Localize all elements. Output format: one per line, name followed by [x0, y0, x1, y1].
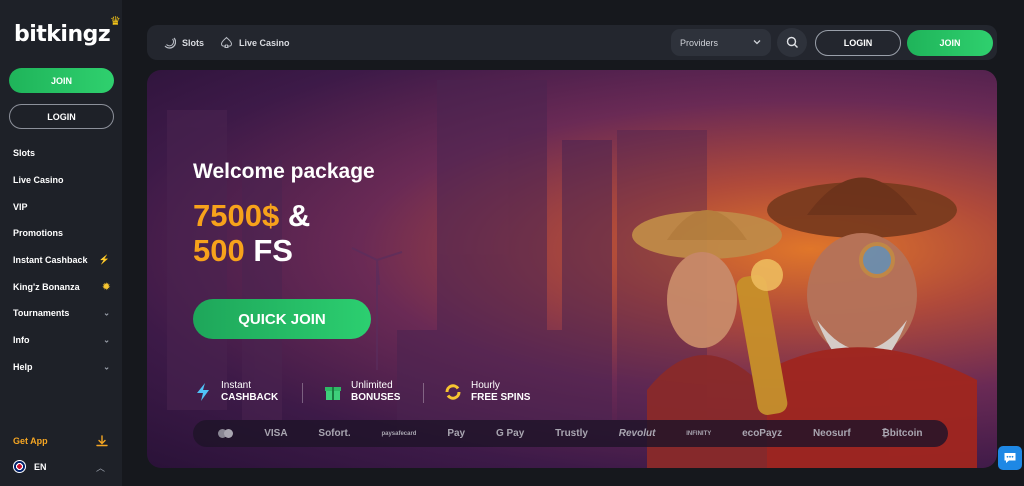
bonus-free-spins-unit: FS — [244, 233, 293, 268]
bonus-connector: & — [279, 198, 311, 233]
feature-line-2: BONUSES — [351, 392, 401, 403]
quick-join-button[interactable]: QUICK JOIN — [193, 299, 371, 339]
feature-line-1: Unlimited — [351, 380, 393, 391]
search-icon — [786, 36, 798, 48]
feature-line-1: Hourly — [471, 380, 500, 391]
sidebar-item-vip[interactable]: VIP — [0, 193, 122, 220]
payment-revolut: Revolut — [618, 428, 656, 439]
chevron-down-icon: ⌄ — [103, 308, 110, 318]
sidebar-item-live-casino[interactable]: Live Casino — [0, 167, 122, 194]
bitcoin-icon: ₿ — [881, 428, 890, 439]
live-chat-button[interactable] — [998, 446, 1022, 470]
topbar-login-button[interactable]: LOGIN — [815, 30, 901, 56]
payment-google-pay: G Pay — [495, 428, 525, 439]
topbar-live-casino-link[interactable]: Live Casino — [220, 25, 290, 60]
search-button[interactable] — [777, 28, 807, 57]
brand-logo[interactable]: bitkingz ♛ — [14, 14, 121, 47]
logo-text: bitkingz — [14, 22, 111, 47]
language-label: EN — [34, 461, 47, 472]
payment-bitcoin: ₿bitcoin — [881, 428, 923, 439]
top-bar: Slots Live Casino Providers LOGIN JOIN — [147, 25, 997, 60]
sidebar-item-label: Live Casino — [13, 175, 64, 186]
sidebar-item-kingz-bonanza[interactable]: King'z Bonanza ✹ — [0, 273, 122, 300]
bonus-amount-line-1: 7500$ & — [193, 198, 310, 234]
sidebar-item-label: Slots — [13, 148, 36, 159]
payment-neosurf: Neosurf — [812, 428, 851, 439]
sidebar-login-button[interactable]: LOGIN — [9, 104, 114, 129]
sidebar-item-label: Help — [13, 361, 33, 372]
sidebar-item-instant-cashback[interactable]: Instant Cashback ⚡ — [0, 247, 122, 274]
sidebar-item-label: Instant Cashback — [13, 255, 88, 266]
chevron-down-icon: ⌄ — [103, 335, 110, 345]
sidebar-item-slots[interactable]: Slots — [0, 140, 122, 167]
download-icon[interactable] — [95, 434, 109, 448]
language-selector[interactable]: EN — [13, 460, 47, 473]
payment-paysafecard: paysafecard — [381, 430, 417, 437]
bonus-amount-line-2: 500 FS — [193, 233, 293, 269]
gift-icon — [323, 382, 343, 402]
feature-divider — [302, 383, 303, 403]
bonus-cash-amount: 7500$ — [193, 198, 280, 233]
feature-unlimited-bonuses: Unlimited BONUSES — [323, 380, 400, 404]
sidebar: bitkingz ♛ JOIN LOGIN Slots Live Casino … — [0, 0, 122, 486]
payment-apple-pay: Pay — [447, 428, 466, 439]
topbar-slots-link[interactable]: Slots — [163, 25, 204, 60]
providers-label: Providers — [680, 37, 719, 48]
providers-dropdown[interactable]: Providers — [671, 29, 771, 56]
topbar-join-button[interactable]: JOIN — [907, 30, 993, 56]
feature-divider — [423, 383, 424, 403]
refresh-icon — [443, 382, 463, 402]
lightning-icon — [193, 382, 213, 402]
payment-methods-bar: VISA Sofort. paysafecard Pay G Pay Trust… — [193, 420, 948, 447]
melon-icon — [164, 37, 176, 49]
payment-sofort: Sofort. — [318, 428, 351, 439]
chat-icon — [1004, 453, 1016, 463]
lightning-icon: ⚡ — [98, 254, 110, 265]
payment-ecopayz: ecoPayz — [742, 428, 783, 439]
sun-icon: ✹ — [102, 281, 110, 292]
sidebar-item-label: VIP — [13, 201, 28, 212]
feature-line-2: FREE SPINS — [471, 392, 531, 403]
hero-banner: Welcome package 7500$ & 500 FS QUICK JOI… — [147, 70, 997, 468]
sidebar-item-label: King'z Bonanza — [13, 281, 80, 292]
chevron-down-icon: ⌄ — [103, 362, 110, 372]
feature-line-2: CASHBACK — [221, 392, 279, 403]
chevron-up-icon[interactable]: ︿ — [96, 461, 105, 474]
feature-instant-cashback: Instant CASHBACK — [193, 380, 278, 404]
uk-flag-icon — [13, 460, 26, 473]
get-app-link[interactable]: Get App — [13, 436, 48, 446]
sidebar-item-tournaments[interactable]: Tournaments ⌄ — [0, 300, 122, 327]
feature-hourly-free-spins: Hourly FREE SPINS — [443, 380, 530, 404]
chevron-down-icon — [753, 40, 761, 45]
sidebar-item-promotions[interactable]: Promotions — [0, 220, 122, 247]
hero-title: Welcome package — [193, 160, 375, 183]
bonus-free-spins-amount: 500 — [193, 233, 245, 268]
mastercard-icon — [218, 429, 234, 438]
sidebar-item-label: Tournaments — [13, 308, 70, 319]
feature-line-1: Instant — [221, 380, 252, 391]
payment-visa: VISA — [264, 428, 288, 439]
crown-icon: ♛ — [109, 14, 121, 28]
sidebar-item-label: Promotions — [13, 228, 64, 239]
topbar-slots-label: Slots — [182, 37, 205, 48]
payment-trustly: Trustly — [555, 428, 588, 439]
spade-icon — [220, 36, 233, 48]
hero-background-illustration — [167, 80, 977, 468]
payment-infinity: INFINITY — [686, 430, 712, 437]
sidebar-item-info[interactable]: Info ⌄ — [0, 327, 122, 354]
sidebar-nav: Slots Live Casino VIP Promotions Instant… — [0, 140, 122, 380]
sidebar-join-button[interactable]: JOIN — [9, 68, 114, 93]
sidebar-item-label: Info — [13, 335, 30, 346]
topbar-live-casino-label: Live Casino — [239, 37, 290, 48]
sidebar-item-help[interactable]: Help ⌄ — [0, 354, 122, 381]
